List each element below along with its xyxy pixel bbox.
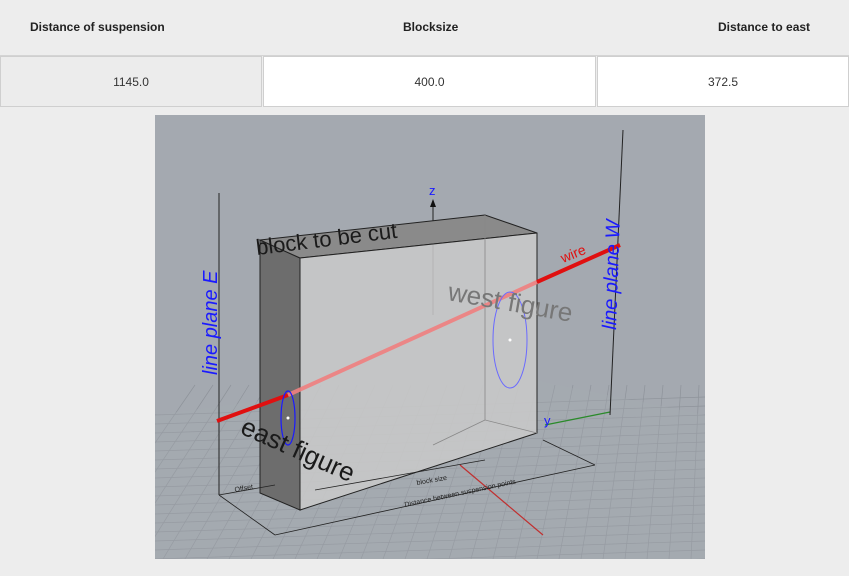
- header-distance-of-suspension: Distance of suspension: [30, 20, 165, 34]
- line-plane-w-label: line plane W: [599, 217, 625, 330]
- value-blocksize[interactable]: 400.0: [263, 56, 596, 107]
- axis-y-label: y: [544, 413, 551, 428]
- value-distance-to-east[interactable]: 372.5: [597, 56, 849, 107]
- block-left-face: [259, 239, 301, 511]
- header-blocksize: Blocksize: [403, 20, 459, 34]
- line-plane-e-label: line plane E: [200, 270, 222, 375]
- header-distance-to-east: Distance to east: [718, 20, 811, 34]
- 3d-viewport[interactable]: z y wire Offset block size Distance betw…: [155, 115, 705, 559]
- axis-z-label: z: [429, 183, 436, 198]
- scene-drawing: z y wire Offset block size Distance betw…: [155, 129, 705, 559]
- table-header-row: Distance of suspension Blocksize Distanc…: [0, 0, 849, 56]
- value-distance-of-suspension[interactable]: 1145.0: [0, 56, 262, 107]
